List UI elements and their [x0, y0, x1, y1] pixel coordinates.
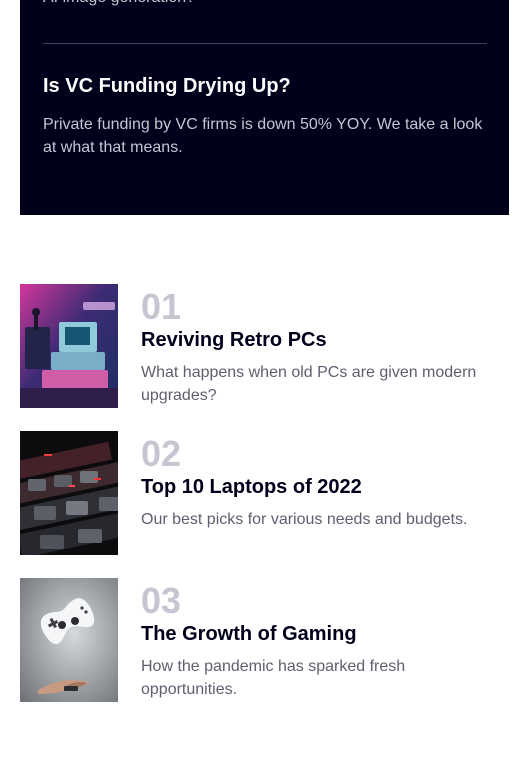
divider: [43, 43, 487, 44]
article-number: 02: [141, 433, 182, 474]
article-number: 03: [141, 580, 182, 621]
article-excerpt: What happens when old PCs are given mode…: [141, 364, 477, 404]
article-excerpt: How the pandemic has sparked fresh oppor…: [141, 658, 406, 698]
featured-previous-text: AI image generation?: [43, 0, 195, 9]
laptop-keyboard-image[interactable]: [20, 431, 118, 555]
article-excerpt: Our best picks for various needs and bud…: [141, 511, 468, 528]
article-item-top-laptops[interactable]: 02 Top 10 Laptops of 2022 Our best picks…: [20, 431, 509, 555]
featured-description: Private funding by VC firms is down 50% …: [43, 116, 483, 156]
article-title[interactable]: Top 10 Laptops of 2022: [141, 476, 362, 499]
retro-pc-image[interactable]: [20, 284, 118, 408]
article-number: 01: [141, 286, 182, 327]
featured-panel: AI image generation? Is VC Funding Dryin…: [20, 0, 509, 215]
article-item-gaming-growth[interactable]: 03 The Growth of Gaming How the pandemic…: [20, 578, 509, 702]
featured-title[interactable]: Is VC Funding Drying Up?: [43, 75, 291, 98]
article-title[interactable]: The Growth of Gaming: [141, 623, 357, 646]
article-title[interactable]: Reviving Retro PCs: [141, 329, 327, 352]
game-controller-image[interactable]: [20, 578, 118, 702]
article-item-retro-pcs[interactable]: 01 Reviving Retro PCs What happens when …: [20, 284, 509, 408]
